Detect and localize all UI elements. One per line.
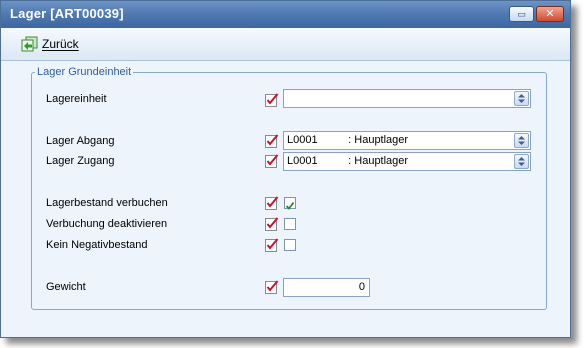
lager-abgang-combo[interactable]: L0001 : Hauptlager — [283, 131, 531, 150]
window-title: Lager [ART00039] — [10, 6, 124, 21]
lagereinheit-label: Lagereinheit — [46, 93, 107, 105]
content-area: Lager Grundeinheit Lagereinheit Lager Ab… — [1, 61, 570, 337]
lager-window: Lager [ART00039] ▭ ✕ Zurück Lager Grunde… — [0, 0, 571, 338]
checklist-icon — [265, 280, 279, 294]
lager-zugang-spinner[interactable] — [514, 154, 529, 169]
gewicht-input[interactable]: 0 — [283, 278, 370, 297]
back-button[interactable]: Zurück — [21, 35, 79, 53]
toolbar: Zurück — [1, 28, 570, 61]
lager-zugang-combo[interactable]: L0001 : Hauptlager — [283, 152, 531, 171]
lager-abgang-value: L0001 : Hauptlager — [287, 134, 409, 146]
checklist-icon — [265, 217, 279, 231]
back-label: Zurück — [42, 37, 79, 51]
lagereinheit-spinner[interactable] — [514, 91, 529, 106]
lager-abgang-spinner[interactable] — [514, 133, 529, 148]
checklist-icon — [265, 238, 279, 252]
lagerbestand-verbuchen-label: Lagerbestand verbuchen — [46, 197, 168, 209]
lager-zugang-label: Lager Zugang — [46, 155, 115, 167]
close-icon: ✕ — [545, 8, 555, 20]
lager-abgang-label: Lager Abgang — [46, 135, 115, 147]
up-down-spinner-icon — [518, 157, 525, 166]
back-arrow-icon — [21, 36, 38, 52]
lagereinheit-combo[interactable] — [283, 89, 531, 108]
lagerbestand-verbuchen-checkbox[interactable] — [284, 197, 296, 210]
checkmark-icon — [285, 201, 295, 210]
gewicht-label: Gewicht — [46, 281, 86, 293]
verbuchung-deaktivieren-label: Verbuchung deaktivieren — [46, 218, 168, 230]
group-title: Lager Grundeinheit — [35, 66, 134, 78]
up-down-spinner-icon — [518, 94, 525, 103]
checklist-icon — [265, 134, 279, 148]
lager-zugang-value: L0001 : Hauptlager — [287, 155, 409, 167]
title-bar[interactable]: Lager [ART00039] ▭ ✕ — [1, 1, 570, 28]
restore-button[interactable]: ▭ — [509, 6, 534, 22]
checklist-icon — [265, 154, 279, 168]
kein-negativbestand-checkbox[interactable] — [284, 239, 296, 251]
lager-grundeinheit-group: Lager Grundeinheit Lagereinheit Lager Ab… — [31, 66, 547, 310]
checklist-icon — [265, 93, 279, 107]
kein-negativbestand-label: Kein Negativbestand — [46, 239, 148, 251]
close-button[interactable]: ✕ — [536, 6, 564, 22]
restore-icon: ▭ — [517, 9, 526, 19]
checklist-icon — [265, 196, 279, 210]
up-down-spinner-icon — [518, 136, 525, 145]
verbuchung-deaktivieren-checkbox[interactable] — [284, 218, 296, 230]
